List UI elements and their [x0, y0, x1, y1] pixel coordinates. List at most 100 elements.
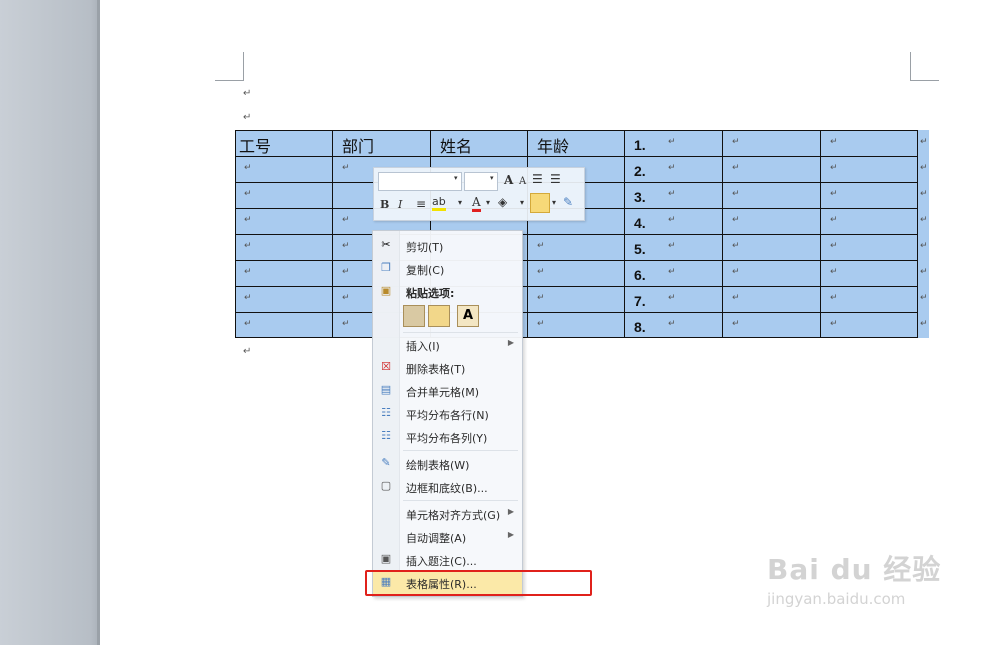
menu-item-label: 删除表格(T) [406, 363, 466, 376]
shrink-font-icon[interactable]: A [519, 176, 526, 187]
cell-mark: ↵ [342, 215, 350, 225]
row-end-mark: ↵ [920, 293, 928, 303]
table-border [235, 156, 918, 157]
menu-item-borders-shading[interactable]: ▢ 边框和底纹(B)... [373, 476, 522, 498]
baidu-watermark: Bai du 经验 jingyan.baidu.com [767, 548, 941, 608]
cell-mark: ↵ [244, 293, 252, 303]
decrease-indent-icon[interactable]: ☰ [532, 172, 543, 186]
center-align-icon[interactable]: ≡ [416, 197, 426, 211]
table-border [235, 260, 918, 261]
cell-mark: ↵ [732, 215, 740, 225]
cell-mark: ↵ [668, 163, 676, 173]
cell-mark: ↵ [244, 319, 252, 329]
paste-merge-formatting-button[interactable] [428, 305, 450, 327]
menu-item-label: 剪切(T) [406, 241, 444, 254]
cell-mark: ↵ [830, 241, 838, 251]
table-border [235, 130, 918, 131]
menu-item-insert-caption[interactable]: ▣ 插入题注(C)... [373, 549, 522, 571]
font-name-select[interactable] [378, 172, 462, 191]
bold-icon[interactable]: B [380, 198, 389, 211]
menu-item-delete-table[interactable]: ☒ 删除表格(T) [373, 357, 522, 379]
increase-indent-icon[interactable]: ☰ [550, 172, 561, 186]
header-cell-dept[interactable]: 部门 [342, 133, 374, 157]
watermark-url: jingyan.baidu.com [767, 590, 906, 608]
menu-item-label: 插入题注(C)... [406, 555, 477, 568]
cell-mark: ↵ [537, 319, 545, 329]
font-color-dropdown-icon[interactable]: ▾ [486, 198, 490, 207]
cell-mark: ↵ [537, 267, 545, 277]
menu-item-autofit[interactable]: 自动调整(A) ▶ [373, 526, 522, 548]
cell-mark: ↵ [830, 137, 838, 147]
italic-icon[interactable]: I [398, 198, 402, 211]
cell-mark: ↵ [732, 293, 740, 303]
numbered-item[interactable]: 1. [634, 137, 646, 153]
table-border [917, 130, 918, 338]
cell-mark: ↵ [830, 189, 838, 199]
grow-font-icon[interactable]: A [504, 173, 513, 187]
mini-toolbar: ▾ ▾ A A ☰ ☰ B I ≡ ab ▾ A ▾ ◈ ▾ ▾ ✎ [373, 167, 585, 221]
cell-mark: ↵ [342, 293, 350, 303]
numbered-item[interactable]: 6. [634, 267, 646, 283]
header-cell-id[interactable]: 工号 [239, 133, 271, 157]
menu-item-distribute-columns[interactable]: ☷ 平均分布各列(Y) [373, 426, 522, 448]
shading-icon[interactable]: ◈ [498, 195, 507, 209]
font-color-icon[interactable]: A [472, 195, 481, 212]
numbered-item[interactable]: 7. [634, 293, 646, 309]
submenu-arrow-icon: ▶ [507, 530, 514, 539]
cell-mark: ↵ [342, 267, 350, 277]
crop-mark-top-left [215, 52, 244, 81]
header-cell-name[interactable]: 姓名 [440, 133, 472, 157]
highlight-dropdown-icon[interactable]: ▾ [458, 198, 462, 207]
header-cell-age[interactable]: 年龄 [537, 133, 569, 157]
borders-icon[interactable] [530, 193, 550, 213]
row-end-mark: ↵ [920, 137, 928, 147]
distribute-rows-icon: ☷ [381, 406, 391, 419]
paste-text-only-button[interactable]: A [457, 305, 479, 327]
cell-mark: ↵ [732, 137, 740, 147]
table-border [235, 130, 236, 338]
menu-item-label: 平均分布各行(N) [406, 409, 489, 422]
cell-mark: ↵ [244, 215, 252, 225]
numbered-item[interactable]: 4. [634, 215, 646, 231]
menu-item-merge-cells[interactable]: ▤ 合并单元格(M) [373, 380, 522, 402]
font-name-dropdown-icon[interactable]: ▾ [454, 174, 458, 182]
cell-mark: ↵ [830, 293, 838, 303]
paste-keep-formatting-button[interactable] [403, 305, 425, 327]
copy-icon: ❐ [381, 261, 391, 274]
caption-icon: ▣ [380, 552, 392, 565]
menu-item-draw-table[interactable]: ✎ 绘制表格(W) [373, 453, 522, 475]
cell-mark: ↵ [342, 163, 350, 173]
borders-dropdown-icon[interactable]: ▾ [552, 198, 556, 207]
cell-mark: ↵ [244, 163, 252, 173]
highlight-icon[interactable]: ab [432, 195, 446, 211]
numbered-item[interactable]: 3. [634, 189, 646, 205]
menu-item-label: 插入(I) [406, 340, 440, 353]
cell-mark: ↵ [342, 241, 350, 251]
table-border [624, 130, 625, 338]
menu-item-distribute-rows[interactable]: ☷ 平均分布各行(N) [373, 403, 522, 425]
format-painter-icon[interactable]: ✎ [563, 195, 573, 209]
menu-item-insert[interactable]: 插入(I) ▶ [373, 334, 522, 356]
menu-separator [403, 332, 518, 333]
table-border [235, 337, 918, 338]
numbered-item[interactable]: 5. [634, 241, 646, 257]
menu-item-cell-alignment[interactable]: 单元格对齐方式(G) ▶ [373, 503, 522, 525]
submenu-arrow-icon: ▶ [507, 338, 514, 347]
cell-mark: ↵ [830, 319, 838, 329]
numbered-item[interactable]: 2. [634, 163, 646, 179]
cell-mark: ↵ [342, 319, 350, 329]
menu-item-label: 自动调整(A) [406, 532, 467, 545]
menu-item-cut[interactable]: ✂ 剪切(T) [373, 235, 522, 257]
watermark-brand: Bai du 经验 [767, 553, 942, 586]
cell-mark: ↵ [668, 189, 676, 199]
scissors-icon: ✂ [381, 238, 391, 251]
numbered-item[interactable]: 8. [634, 319, 646, 335]
cell-mark: ↵ [537, 241, 545, 251]
paste-icon: ▣ [380, 284, 392, 297]
font-size-dropdown-icon[interactable]: ▾ [490, 174, 494, 182]
menu-item-copy[interactable]: ❐ 复制(C) [373, 258, 522, 280]
cell-mark: ↵ [668, 241, 676, 251]
delete-table-icon: ☒ [381, 360, 391, 373]
cell-mark: ↵ [830, 267, 838, 277]
shading-dropdown-icon[interactable]: ▾ [520, 198, 524, 207]
